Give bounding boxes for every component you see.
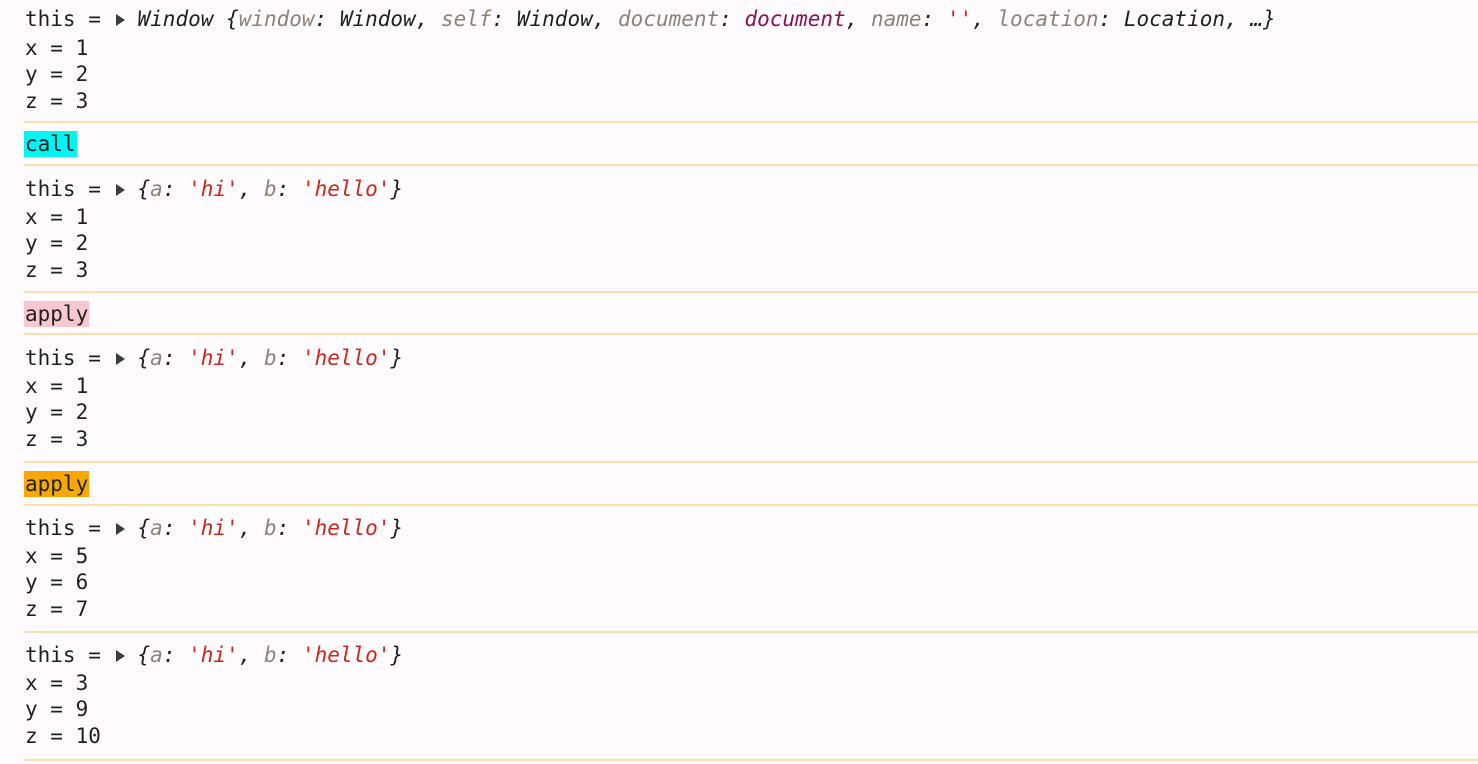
log-line: x = 1 xyxy=(25,36,89,60)
object-preview[interactable]: {a: 'hi', b: 'hello'} xyxy=(138,346,404,370)
console-message-label-apply: apply xyxy=(24,293,1478,335)
console-message-label-call: call xyxy=(24,123,1478,166)
this-prefix: this = xyxy=(25,643,114,667)
log-line: z = 7 xyxy=(25,597,89,621)
window-object-preview[interactable]: Window {window: Window, self: Window, do… xyxy=(138,7,1276,31)
this-prefix: this = xyxy=(25,346,114,370)
disclosure-triangle-right-icon[interactable] xyxy=(115,650,125,662)
log-line: x = 3 xyxy=(25,671,89,695)
object-preview[interactable]: {a: 'hi', b: 'hello'} xyxy=(138,177,404,201)
object-preview[interactable]: {a: 'hi', b: 'hello'} xyxy=(138,643,404,667)
log-line: x = 5 xyxy=(25,544,89,568)
log-line: y = 9 xyxy=(25,697,89,721)
log-line: z = 3 xyxy=(25,427,89,451)
this-line: this = Window {window: Window, self: Win… xyxy=(25,6,1276,32)
this-line: this = {a: 'hi', b: 'hello'} xyxy=(25,345,403,371)
constructor-name: Window xyxy=(137,7,214,31)
log-line: z = 3 xyxy=(25,89,89,113)
this-prefix: this = xyxy=(25,7,114,31)
object-preview[interactable]: {a: 'hi', b: 'hello'} xyxy=(138,516,404,540)
log-line: z = 3 xyxy=(25,258,89,282)
log-line: z = 10 xyxy=(25,724,101,748)
disclosure-triangle-right-icon[interactable] xyxy=(115,353,125,365)
log-line: y = 2 xyxy=(25,62,89,86)
disclosure-triangle-right-icon[interactable] xyxy=(115,14,125,26)
styled-label-apply: apply xyxy=(24,471,90,497)
log-line: x = 1 xyxy=(25,374,89,398)
disclosure-triangle-right-icon[interactable] xyxy=(115,184,125,196)
styled-label-apply: apply xyxy=(24,301,90,327)
console-message-object: this = {a: 'hi', b: 'hello'} x = 1 y = 2… xyxy=(24,335,1478,463)
console-message-object: this = {a: 'hi', b: 'hello'} x = 1 y = 2… xyxy=(24,166,1478,293)
log-line: y = 2 xyxy=(25,231,89,255)
styled-label-call: call xyxy=(24,131,77,157)
console-output: this = Window {window: Window, self: Win… xyxy=(0,0,1478,764)
this-line: this = {a: 'hi', b: 'hello'} xyxy=(25,642,403,668)
log-line: y = 6 xyxy=(25,570,89,594)
this-prefix: this = xyxy=(25,516,114,540)
disclosure-triangle-right-icon[interactable] xyxy=(115,523,125,535)
log-line: x = 1 xyxy=(25,205,89,229)
this-line: this = {a: 'hi', b: 'hello'} xyxy=(25,176,403,202)
console-message-object: this = {a: 'hi', b: 'hello'} x = 5 y = 6… xyxy=(24,506,1478,633)
this-line: this = {a: 'hi', b: 'hello'} xyxy=(25,515,403,541)
console-message-window: this = Window {window: Window, self: Win… xyxy=(24,0,1478,123)
console-message-object: this = {a: 'hi', b: 'hello'} x = 3 y = 9… xyxy=(24,633,1478,761)
log-line: y = 2 xyxy=(25,400,89,424)
console-message-label-apply: apply xyxy=(24,463,1478,506)
this-prefix: this = xyxy=(25,177,114,201)
